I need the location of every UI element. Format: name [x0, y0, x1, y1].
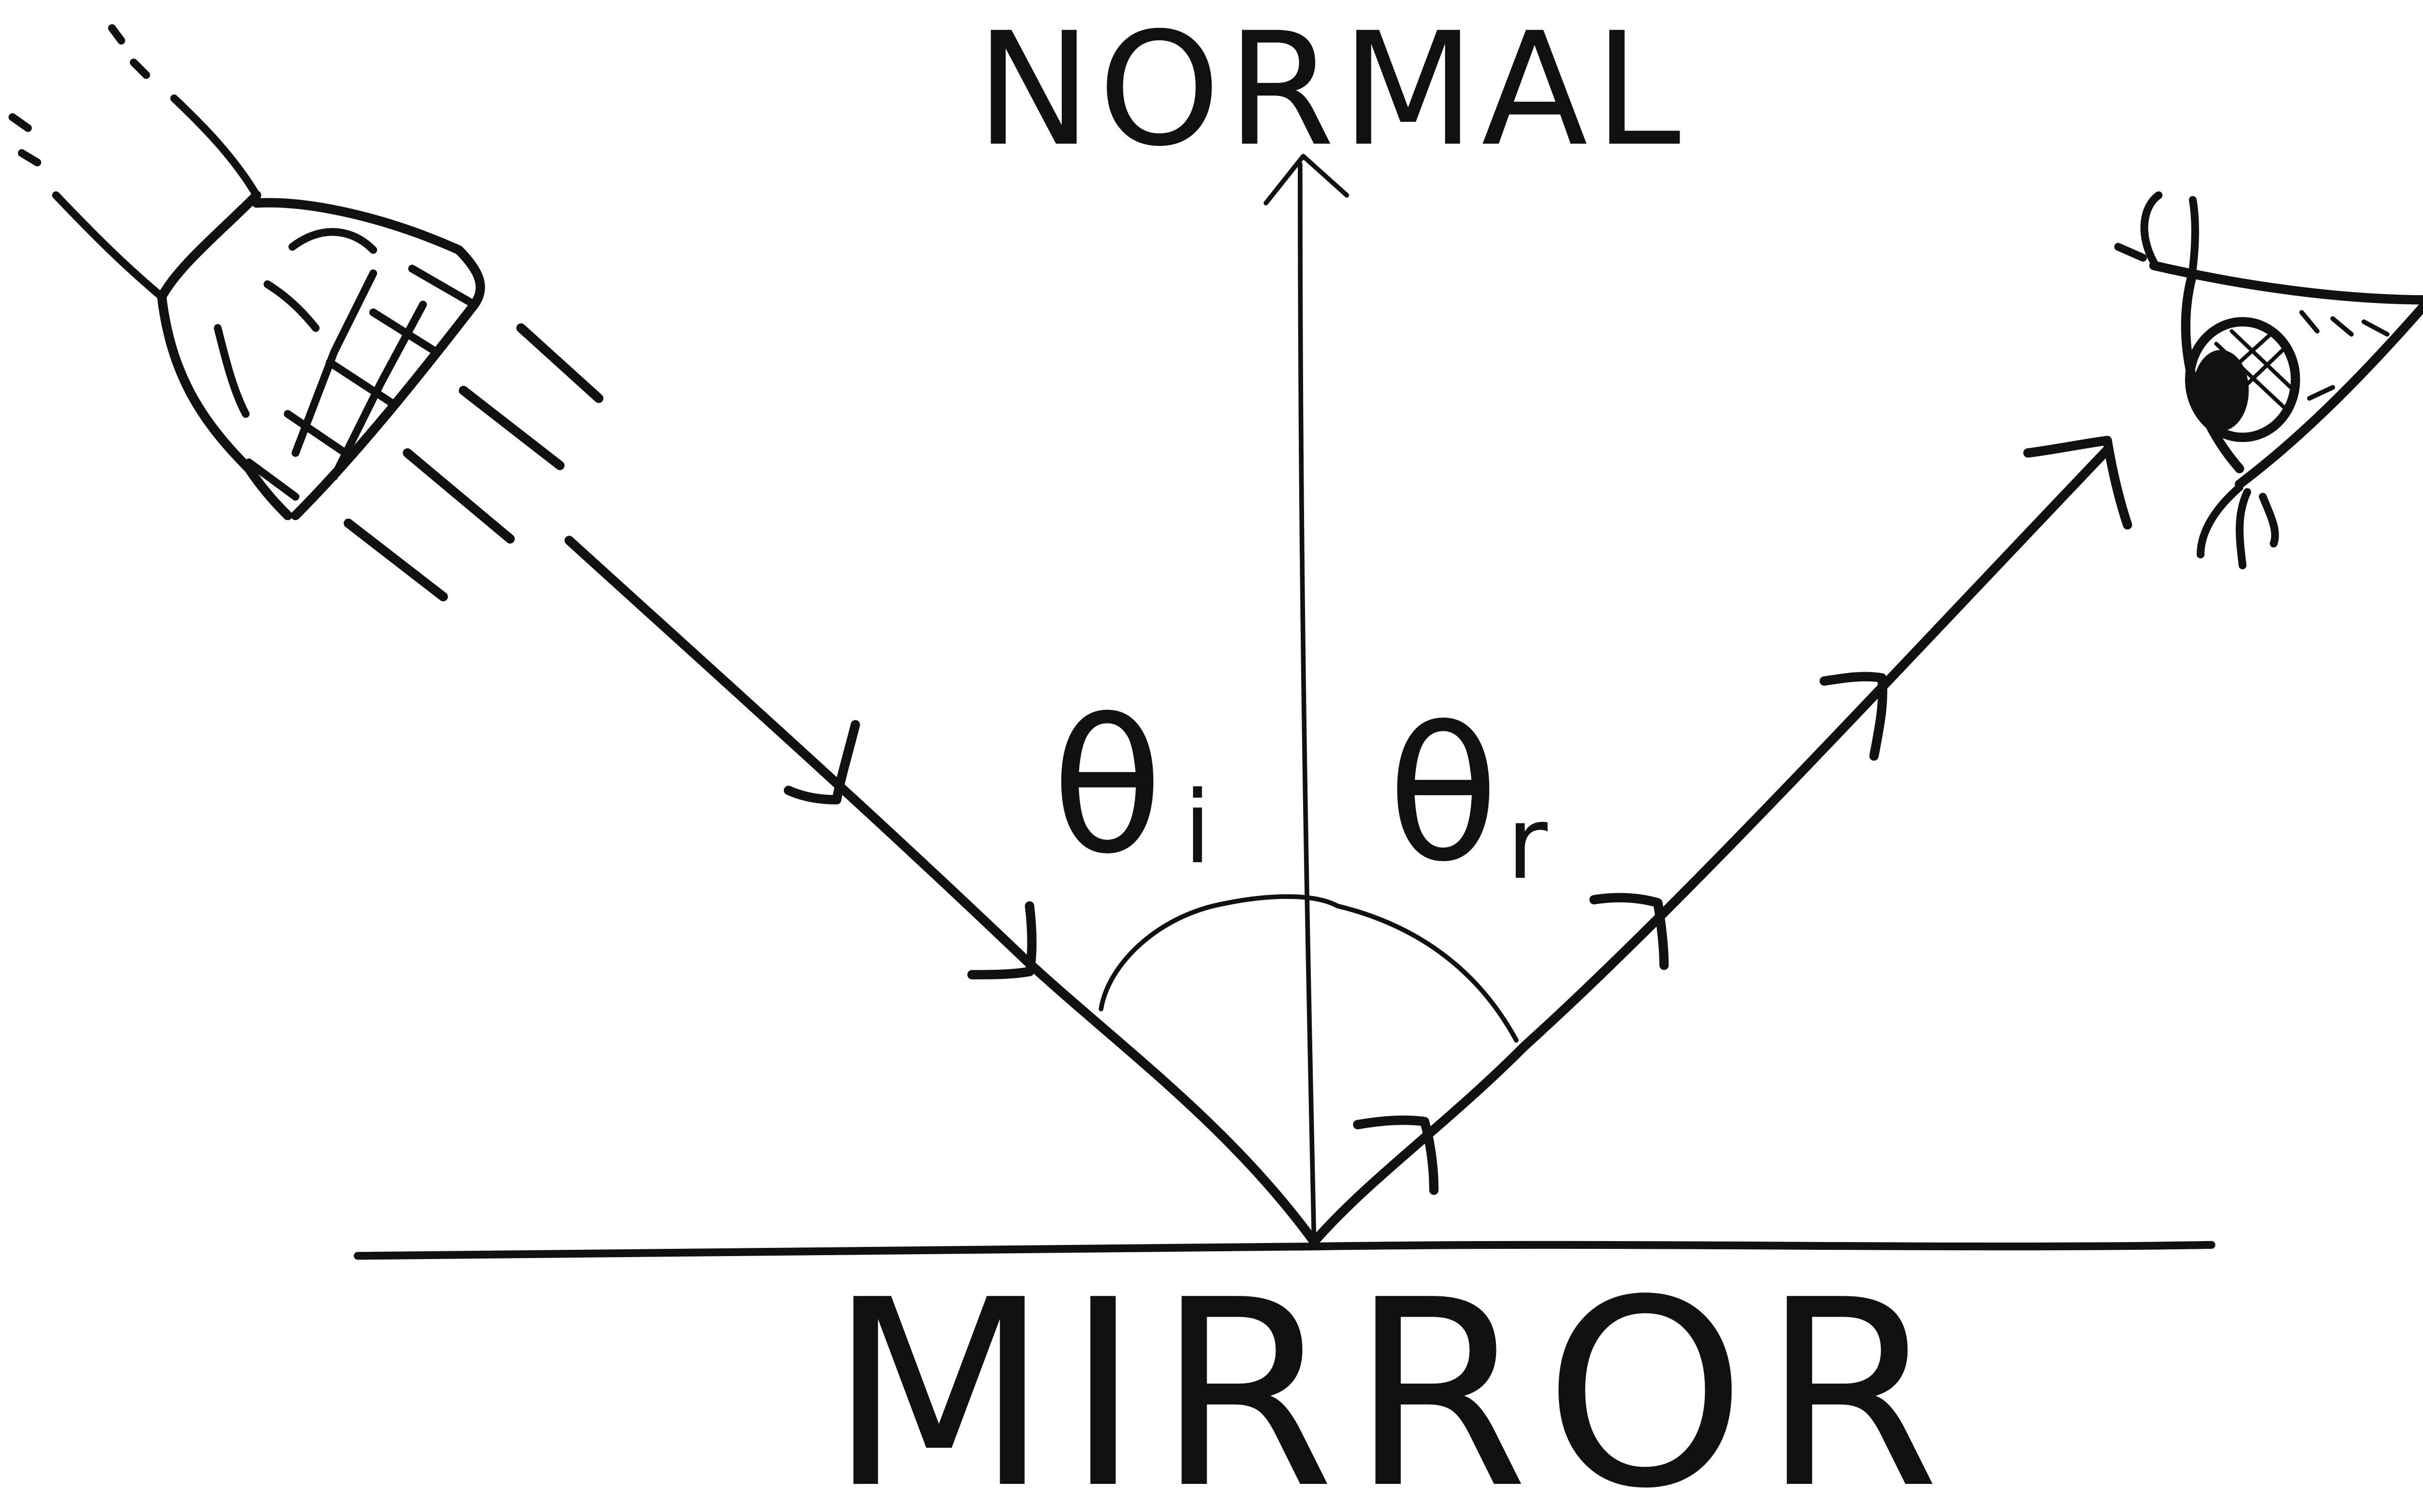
theta-incident-subscript: i: [1184, 770, 1212, 886]
normal-line: [1298, 161, 1317, 1249]
theta-reflected-subscript: r: [1507, 785, 1548, 902]
theta-incident-symbol: θ: [1051, 680, 1164, 895]
normal-label: NORMAL: [975, 0, 1687, 181]
incident-ray: [564, 536, 1319, 1247]
theta-reflected-symbol: θ: [1387, 688, 1499, 903]
flashlight-icon: [8, 24, 604, 601]
reflection-diagram: θ i θ r NORMAL MIRROR: [8, 0, 2423, 1512]
reflected-arrowhead-2: [1589, 893, 1669, 970]
mirror-label: MIRROR: [828, 1245, 1955, 1512]
reflected-arrowhead-1: [1353, 1115, 1439, 1195]
eye-icon: [2114, 191, 2423, 569]
